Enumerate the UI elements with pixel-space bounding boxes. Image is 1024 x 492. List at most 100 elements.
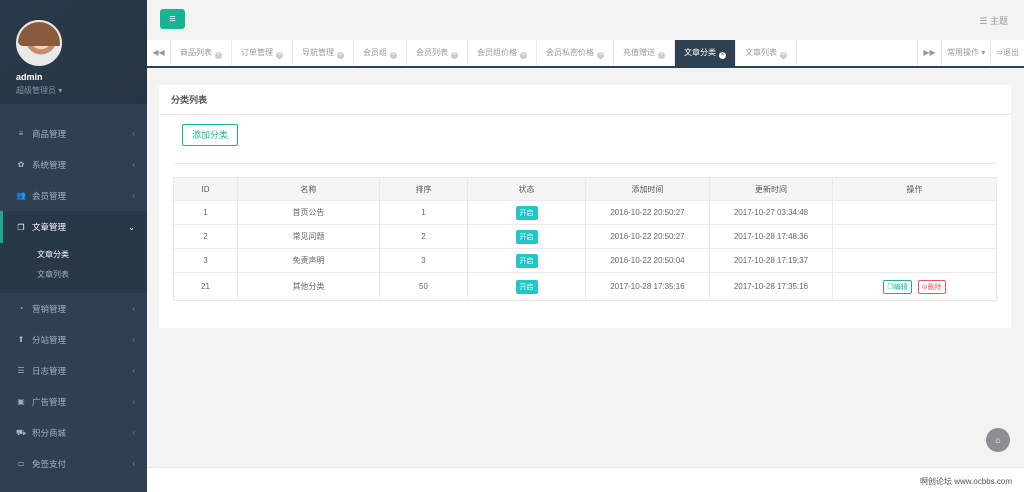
theme-button[interactable]: ☰ 主题 [979, 14, 1008, 27]
home-button[interactable]: ⌂ [986, 428, 1010, 452]
sidebar-item-articles[interactable]: ❐ 文章管理 ⌄ [0, 211, 147, 243]
sidebar-item-marketing[interactable]: ◔ 营销管理 ‹ [0, 293, 147, 324]
tabs-bar: ◀◀ 商品列表 × 订单管理 × 导航管理 × 会员组 × 会员列表 × 会员组价格 × 会员私密价格 ×… [147, 40, 1024, 68]
cell-actions: ❐编辑 ⊜删除 [832, 272, 997, 301]
avatar[interactable] [16, 20, 62, 66]
edit-button[interactable]: ❐编辑 [883, 279, 912, 294]
chevron-left-icon: ‹ [132, 129, 135, 138]
delete-label: 删除 [927, 283, 942, 291]
close-icon[interactable]: × [451, 52, 458, 59]
sidebar-subitem-article-list[interactable]: 文章列表 [0, 265, 147, 285]
footer-text: 啊创论坛 www.ocbbs.com [919, 477, 1012, 486]
menu-toggle-button[interactable]: ≡ [160, 9, 185, 29]
logout-icon: ⇒ [996, 48, 1003, 57]
sidebar-item-system[interactable]: ✿ 系统管理 ‹ [0, 149, 147, 180]
sidebar-item-points-mall[interactable]: ⛟ 积分商城 ‹ [0, 417, 147, 448]
cell-sort: 1 [379, 200, 468, 225]
tab-item[interactable]: 充值赠送 × [614, 40, 675, 66]
top-bar: ≡ ☰ 主题 [147, 0, 1024, 40]
tabs-prev-button[interactable]: ◀◀ [147, 40, 171, 66]
theme-label: 主题 [989, 16, 1008, 26]
logout-button[interactable]: ⇒退出 [990, 40, 1024, 66]
cell-status: 开启 [467, 200, 586, 225]
close-icon[interactable]: × [337, 52, 344, 59]
sidebar-item-substations[interactable]: ⬆ 分站管理 ‹ [0, 324, 147, 355]
cell-updated-time: 2017-10-28 17:48:36 [709, 224, 833, 249]
status-badge: 开启 [515, 253, 538, 268]
sidebar-item-members[interactable]: 👥 会员管理 ‹ [0, 180, 147, 211]
close-icon[interactable]: × [597, 52, 604, 59]
tab-item[interactable]: 商品列表 × [171, 40, 232, 66]
sidebar-item-payment[interactable]: ▭ 免签支付 ‹ [0, 448, 147, 479]
cell-added-time: 2016-10-22 20:50:27 [585, 224, 710, 249]
tab-item[interactable]: 会员组 × [354, 40, 407, 66]
cell-name: 免责声明 [237, 248, 380, 273]
chevron-left-icon: ‹ [132, 428, 135, 437]
sidebar-nav: ≡ 商品管理 ‹ ✿ 系统管理 ‹ 👥 会员管理 ‹ ❐ 文章管理 ⌄ 文章分类 文章列表 ◔ 营… [0, 118, 147, 479]
cell-status: 开启 [467, 272, 586, 301]
logout-label: 退出 [1003, 48, 1019, 57]
chevron-left-icon: ‹ [132, 160, 135, 169]
sidebar-item-label: 商品管理 [32, 128, 67, 139]
tab-item[interactable]: 会员组价格 × [468, 40, 537, 66]
tab-label: 充值赠送 [623, 48, 655, 57]
cell-name: 常见问题 [237, 224, 380, 249]
cell-id: 21 [173, 272, 238, 301]
tabs-list: 商品列表 × 订单管理 × 导航管理 × 会员组 × 会员列表 × 会员组价格 × 会员私密价格 × 充值赠… [171, 40, 917, 66]
table-row: 3 免责声明 3 开启 2016-10-22 20:50:04 2017-10-28 17… [173, 248, 997, 273]
tab-item[interactable]: 会员私密价格 × [537, 40, 614, 66]
profile-name: admin [16, 72, 43, 82]
forward-icon: ▶▶ [923, 48, 936, 57]
sidebar-item-logs[interactable]: ☰ 日志管理 ‹ [0, 355, 147, 386]
sidebar-subitem-article-category[interactable]: 文章分类 [0, 245, 147, 265]
close-icon[interactable]: × [658, 52, 665, 59]
sidebar-submenu-articles: 文章分类 文章列表 [0, 243, 147, 293]
cell-name: 首页公告 [237, 200, 380, 225]
delete-button[interactable]: ⊜删除 [917, 279, 946, 294]
close-icon[interactable]: × [390, 52, 397, 59]
sidebar-item-goods[interactable]: ≡ 商品管理 ‹ [0, 118, 147, 149]
close-icon[interactable]: × [276, 52, 283, 59]
cell-id: 1 [173, 200, 238, 225]
sidebar-item-label: 系统管理 [32, 159, 67, 170]
close-icon[interactable]: × [780, 52, 787, 59]
profile-section: admin 超级管理员 ▾ [0, 0, 147, 104]
tab-label: 会员私密价格 [546, 48, 594, 57]
chevron-left-icon: ‹ [132, 335, 135, 344]
common-ops-dropdown[interactable]: 常用操作 ▾ [941, 40, 990, 66]
cell-sort: 3 [379, 248, 468, 273]
tab-label: 会员组 [363, 48, 387, 57]
tab-item[interactable]: 订单管理 × [232, 40, 293, 66]
tab-item[interactable]: 导航管理 × [293, 40, 354, 66]
close-icon[interactable]: × [719, 52, 726, 59]
tab-item[interactable]: 文章分类 × [675, 40, 736, 66]
sidebar-item-ads[interactable]: ▣ 广告管理 ‹ [0, 386, 147, 417]
divider [173, 163, 997, 164]
chevron-left-icon: ‹ [132, 191, 135, 200]
credit-card-icon: ▭ [17, 459, 25, 468]
cell-actions [832, 200, 997, 225]
edit-label: 编辑 [893, 283, 908, 291]
column-header-sort: 排序 [379, 177, 468, 201]
close-icon[interactable]: × [215, 52, 222, 59]
sidebar: admin 超级管理员 ▾ ≡ 商品管理 ‹ ✿ 系统管理 ‹ 👥 会员管理 ‹ ❐ 文章管理… [0, 0, 147, 492]
column-header-actions: 操作 [832, 177, 997, 201]
tab-item[interactable]: 会员列表 × [407, 40, 468, 66]
sidebar-item-label: 文章管理 [32, 222, 67, 232]
tab-item[interactable]: 文章列表 × [736, 40, 797, 66]
column-header-name: 名称 [237, 177, 380, 201]
tabs-next-button[interactable]: ▶▶ [917, 40, 941, 66]
sidebar-item-label: 广告管理 [32, 396, 67, 407]
tab-label: 文章分类 [684, 48, 716, 57]
cell-added-time: 2016-10-22 20:50:04 [585, 248, 710, 273]
column-header-added-time: 添加时间 [585, 177, 710, 201]
close-icon[interactable]: × [520, 52, 527, 59]
column-header-updated-time: 更新时间 [709, 177, 833, 201]
cell-updated-time: 2017-10-27 03:34:48 [709, 200, 833, 225]
add-category-button[interactable]: 添加分类 [182, 124, 238, 146]
table-header-row: ID 名称 排序 状态 添加时间 更新时间 操作 [173, 177, 997, 201]
profile-role-dropdown[interactable]: 超级管理员 ▾ [16, 85, 147, 96]
status-badge: 开启 [515, 229, 538, 244]
chevron-left-icon: ‹ [132, 304, 135, 313]
cell-updated-time: 2017-10-28 17:19:37 [709, 248, 833, 273]
